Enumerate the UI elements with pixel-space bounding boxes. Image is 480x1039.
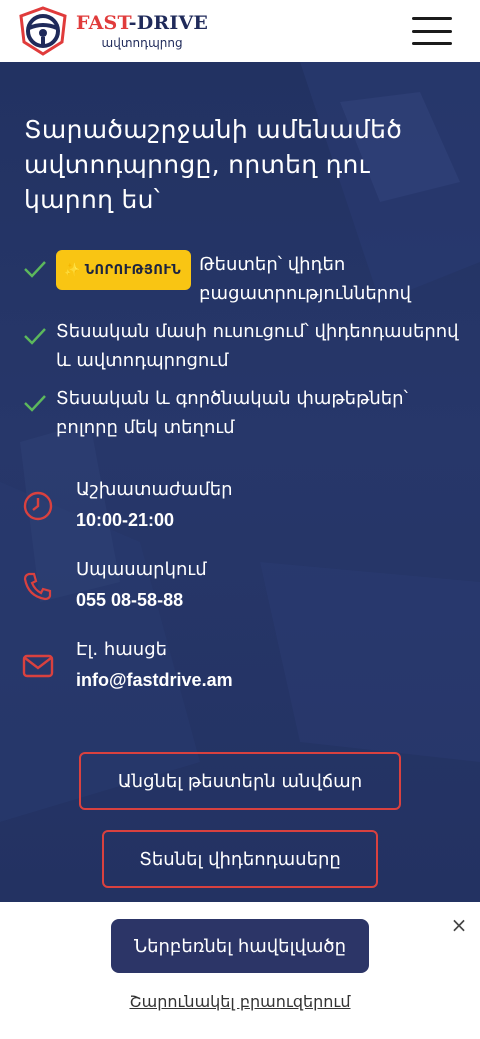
close-icon[interactable]: × [450,915,468,935]
feature-text: Թեստեր՝ վիդեո բացատրություններով [199,254,412,304]
contact-email[interactable]: Էլ. հասցե info@fastdrive.am [22,636,462,716]
hero-section: Տարածաշրջանի ամենամեծ ավտոդպրոցը, որտեղ … [0,62,480,902]
sparkle-icon: ✨ [64,262,81,278]
phone-icon [23,572,52,601]
brand-name: FAST-DRIVE [76,11,209,34]
check-icon [24,261,46,278]
steering-wheel-logo-icon [19,6,67,56]
contact-list: Աշխատաժամեր 10:00-21:00 Սպասարկում 055 0… [22,476,462,716]
brand-subtitle: ավտոդպրոց [101,35,183,50]
install-app-button[interactable]: Ներբեռնել հավելվածը [111,919,369,973]
feature-list: ✨ ՆՈՐՈՒԹՅՈՒՆ Թեստեր՝ վիդեո բացատրությունն… [22,250,462,451]
check-icon [24,328,46,345]
site-header: FAST-DRIVE ավտոդպրոց [0,0,480,62]
free-tests-button[interactable]: Անցնել թեստերն անվճար [79,752,401,810]
feature-item: Տեսական մասի ուսուցում՝ վիդեոդասերով և ա… [22,317,462,375]
hamburger-menu-icon[interactable] [412,17,452,45]
contact-label: Աշխատաժամեր [76,479,233,500]
clock-icon [23,491,53,521]
contact-value: 10:00-21:00 [76,510,175,530]
site-logo[interactable]: FAST-DRIVE ավտոդպրոց [18,6,208,56]
contact-label: Սպասարկում [76,559,207,580]
mail-icon [22,654,54,678]
contact-hours: Աշխատաժամեր 10:00-21:00 [22,476,462,556]
phone-link[interactable]: 055 08-58-88 [76,588,183,612]
email-link[interactable]: info@fastdrive.am [76,668,233,692]
feature-text: Տեսական և գործնական փաթեթներ՝ բոլորը մեկ… [56,388,408,438]
feature-text: Տեսական մասի ուսուցում՝ վիդեոդասերով և ա… [56,321,459,371]
contact-label: Էլ. հասցե [76,639,168,660]
app-install-banner: Ներբեռնել հավելվածը × Շարունակել բրաուզե… [0,902,480,1039]
hero-title: Տարածաշրջանի ամենամեծ ավտոդպրոցը, որտեղ … [24,115,403,214]
contact-phone[interactable]: Սպասարկում 055 08-58-88 [22,556,462,636]
continue-in-browser-link[interactable]: Շարունակել բրաուզերում [0,992,480,1011]
feature-item: Տեսական և գործնական փաթեթներ՝ բոլորը մեկ… [22,384,462,442]
check-icon [24,395,46,412]
video-lessons-button[interactable]: Տեսնել վիդեոդասերը [102,830,378,888]
feature-item: ✨ ՆՈՐՈՒԹՅՈՒՆ Թեստեր՝ վիդեո բացատրությունն… [22,250,462,308]
new-badge: ✨ ՆՈՐՈՒԹՅՈՒՆ [56,250,192,290]
